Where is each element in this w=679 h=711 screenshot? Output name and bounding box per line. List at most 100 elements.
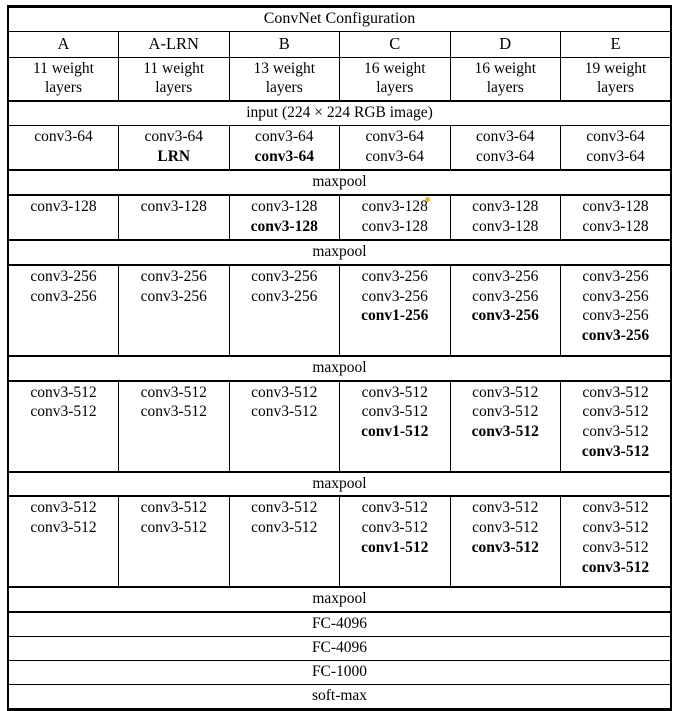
- layer-count-line: 16 weight: [474, 59, 537, 77]
- layer-label: conv3-256: [582, 267, 649, 285]
- layer-label: conv3-128: [30, 197, 97, 215]
- layer-label: conv3-512: [140, 519, 207, 537]
- layer-label: conv3-512: [30, 499, 97, 517]
- column-header-b: B: [228, 31, 340, 58]
- cell-block-256-c: conv3-256 conv3-256 conv1-256: [339, 264, 451, 357]
- table-title: ConvNet Configuration: [7, 5, 672, 33]
- layer-label: conv3-512: [582, 403, 649, 421]
- layer-label: conv3-512: [582, 499, 649, 517]
- cell-block-64-a-lrn: conv3-64 LRN: [118, 125, 230, 171]
- column-header-a-lrn: A-LRN: [118, 31, 230, 58]
- cell-block-256-a: conv3-256 conv3-256: [7, 264, 119, 357]
- maxpool-row: maxpool: [7, 238, 672, 266]
- cell-block-256-d: conv3-256 conv3-256 conv3-256: [449, 264, 561, 357]
- conv-block-row: conv3-512 conv3-512 conv3-512 conv3-512 conv…: [7, 380, 672, 473]
- layer-label: conv3-64: [475, 128, 535, 146]
- layer-label: conv3-512: [472, 403, 539, 421]
- layer-count-a-lrn: 11 weight layers: [118, 56, 230, 102]
- cell-block-512-a-d: conv3-512 conv3-512 conv3-512: [449, 380, 561, 473]
- footer-label-3: soft-max: [7, 683, 672, 710]
- maxpool-label-1: maxpool: [7, 238, 672, 266]
- footer-label-1: FC-4096: [7, 636, 672, 661]
- layer-label: conv3-512: [251, 383, 318, 401]
- conv-block-row: conv3-256 conv3-256 conv3-256 conv3-256 conv…: [7, 264, 672, 357]
- maxpool-label-2: maxpool: [7, 354, 672, 382]
- layer-count-line: layers: [44, 79, 82, 97]
- cell-block-128-a-lrn: conv3-128: [118, 194, 230, 241]
- layer-count-b: 13 weight layers: [228, 56, 340, 102]
- layer-label: conv3-512: [140, 403, 207, 421]
- convnet-configuration-table-wrapper: ConvNet Configuration A A-LRN B C D E 11…: [7, 5, 672, 711]
- cell-block-512-a-b: conv3-512 conv3-512: [228, 380, 340, 473]
- cell-block-128-c: conv3-128 conv3-128: [339, 194, 451, 241]
- layer-label: conv3-512: [472, 519, 539, 537]
- cell-block-64-e: conv3-64 conv3-64: [560, 125, 672, 171]
- layer-label: conv3-64: [365, 147, 425, 165]
- layer-label: conv3-256: [30, 287, 97, 305]
- footer-row: FC-4096: [7, 611, 672, 638]
- column-header-row: A A-LRN B C D E: [7, 31, 672, 58]
- convnet-configuration-table: ConvNet Configuration A A-LRN B C D E 11…: [7, 5, 672, 711]
- layer-label: conv3-64: [254, 147, 314, 165]
- layer-label: conv3-512: [581, 443, 650, 461]
- maxpool-label-4: maxpool: [7, 586, 672, 614]
- layer-count-line: layers: [486, 79, 524, 97]
- footer-label-2: FC-1000: [7, 659, 672, 685]
- layer-count-line: layers: [155, 79, 193, 97]
- column-header-d: D: [449, 31, 561, 58]
- cell-block-512-b-a: conv3-512 conv3-512: [7, 495, 119, 588]
- layer-label: conv3-256: [140, 267, 207, 285]
- layer-label: conv3-256: [471, 307, 539, 325]
- layer-label: conv3-64: [34, 128, 93, 146]
- layer-label: conv3-512: [361, 383, 428, 401]
- layer-label: conv3-512: [361, 403, 428, 421]
- layer-label: conv3-512: [472, 383, 539, 401]
- layer-label: LRN: [157, 147, 191, 165]
- layer-label: conv3-256: [581, 327, 650, 345]
- input-row: input (224 × 224 RGB image): [7, 100, 672, 127]
- conv-block-row: conv3-128 conv3-128 conv3-128 conv3-128 conv…: [7, 194, 672, 241]
- layer-label: conv3-64: [586, 128, 645, 146]
- maxpool-row: maxpool: [7, 470, 672, 498]
- cell-block-512-a-a-lrn: conv3-512 conv3-512: [118, 380, 230, 473]
- layer-label: conv3-64: [144, 128, 204, 146]
- column-header-e: E: [560, 31, 672, 58]
- layer-label: conv3-256: [140, 287, 207, 305]
- layer-label: conv1-256: [361, 307, 429, 325]
- layer-label: conv3-512: [251, 403, 318, 421]
- layer-count-line: 11 weight: [33, 59, 94, 77]
- layer-label: conv3-512: [30, 383, 97, 401]
- cell-block-128-d: conv3-128 conv3-128: [449, 194, 561, 241]
- layer-label: conv1-512: [361, 423, 429, 441]
- layer-label: conv1-512: [361, 539, 429, 557]
- layer-label: conv3-256: [582, 287, 649, 305]
- maxpool-label-0: maxpool: [7, 169, 672, 196]
- layer-label: conv3-512: [582, 539, 649, 557]
- layer-label: conv3-256: [30, 267, 97, 285]
- layer-label: conv3-256: [251, 287, 318, 305]
- layer-count-line: 19 weight: [584, 59, 647, 77]
- conv-block-row: conv3-512 conv3-512 conv3-512 conv3-512 conv…: [7, 495, 672, 588]
- layer-count-line: layers: [265, 79, 303, 97]
- cell-block-256-b: conv3-256 conv3-256: [228, 264, 340, 357]
- layer-label: conv3-512: [582, 519, 649, 537]
- layer-label: conv3-512: [582, 423, 649, 441]
- cell-block-512-b-e: conv3-512 conv3-512 conv3-512 conv3-512: [560, 495, 672, 588]
- layer-label: conv3-64: [365, 128, 425, 146]
- footer-row: FC-1000: [7, 659, 672, 685]
- layer-label: conv3-256: [361, 267, 428, 285]
- layer-label: conv3-64: [475, 147, 535, 165]
- layer-count-line: 11 weight: [143, 59, 205, 77]
- footer-row: soft-max: [7, 683, 672, 710]
- layer-label: conv3-512: [361, 499, 428, 517]
- cell-block-128-e: conv3-128 conv3-128: [560, 194, 672, 241]
- footer-row: FC-4096: [7, 636, 672, 661]
- table-body: ConvNet Configuration A A-LRN B C D E 11…: [7, 5, 672, 710]
- cell-block-128-b: conv3-128 conv3-128: [228, 194, 340, 241]
- layer-label: conv3-512: [471, 539, 539, 557]
- column-header-a: A: [7, 31, 119, 58]
- conv-block-row: conv3-64 conv3-64 LRN conv3-64 conv3-64 conv3…: [7, 125, 672, 171]
- cell-block-256-a-lrn: conv3-256 conv3-256: [118, 264, 230, 357]
- cell-block-512-a-a: conv3-512 conv3-512: [7, 380, 119, 473]
- cell-block-64-b: conv3-64 conv3-64: [228, 125, 340, 171]
